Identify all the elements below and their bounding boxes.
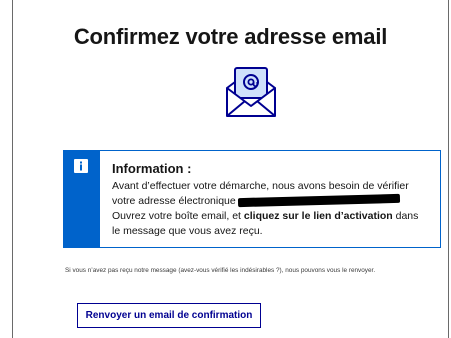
info-title: Information : [112,161,192,176]
page-title: Confirmez votre adresse email [73,24,388,49]
info-line-2: votre adresse électronique [112,195,236,207]
info-strip [64,151,100,247]
resend-email-button[interactable]: Renvoyer un email de confirmation [77,303,261,328]
info-icon [74,159,88,173]
page-frame: Confirmez votre adresse email Informatio… [12,0,449,338]
info-line-3-start: Ouvrez votre boîte email, et [112,210,244,222]
info-text: Avant d’effectuer votre démarche, nous a… [112,179,430,239]
info-line-1: Avant d’effectuer votre démarche, nous a… [112,180,409,192]
resend-note: Si vous n’avez pas reçu notre message (a… [65,267,376,274]
information-callout: Information : Avant d’effectuer votre dé… [63,150,441,248]
envelope-at-icon [226,67,276,117]
info-line-3-bold: cliquez sur le lien d’activation [243,210,393,222]
info-line-4: le message que vous avez reçu. [112,225,263,237]
info-line-3-end: dans [392,210,419,222]
redacted-email [237,193,400,208]
